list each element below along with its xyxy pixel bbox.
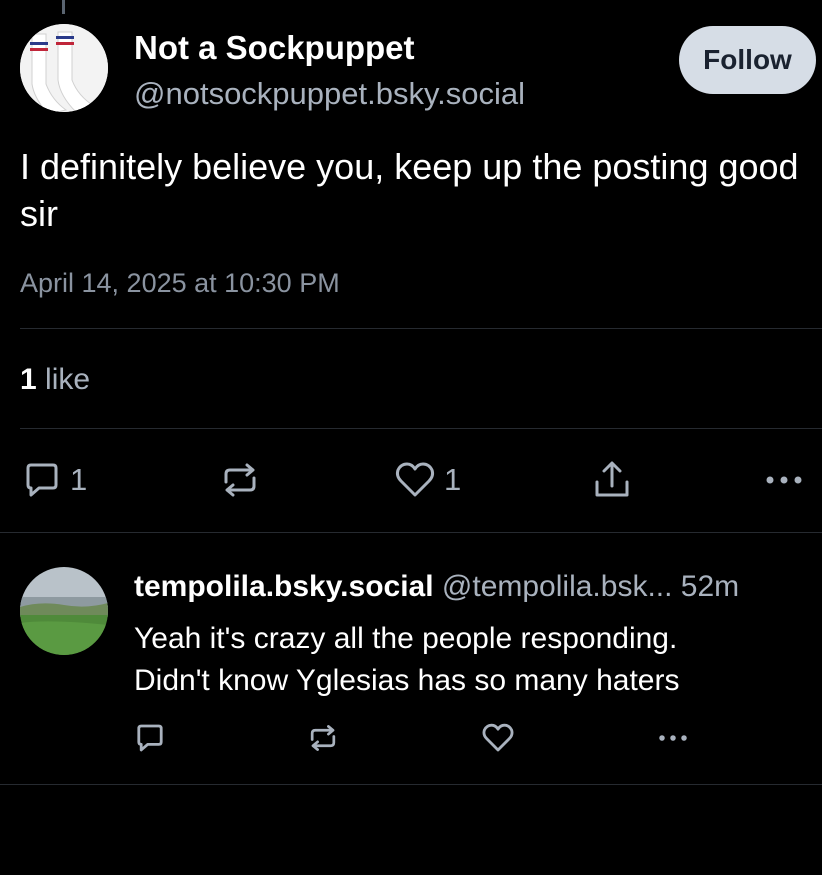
- reply-text-line: Yeah it's crazy all the people respondin…: [134, 622, 678, 655]
- more-options-button[interactable]: [764, 466, 804, 494]
- divider: [0, 784, 822, 785]
- speech-bubble-icon: [26, 463, 58, 497]
- ellipsis-icon: [766, 476, 802, 484]
- like-count: 1: [444, 462, 462, 497]
- likes-count: 1: [20, 363, 37, 396]
- reply-author-name[interactable]: tempolila.bsky.social: [134, 570, 434, 603]
- like-button[interactable]: 1: [394, 460, 461, 500]
- reply-more-options-button[interactable]: [655, 727, 691, 749]
- likes-label: like: [45, 363, 91, 396]
- repost-arrows-icon: [224, 463, 256, 497]
- speech-bubble-icon: [137, 724, 163, 752]
- sock-avatar-image: [20, 24, 108, 112]
- thread-connector-line: [62, 0, 65, 14]
- author-name[interactable]: Not a Sockpuppet: [134, 29, 415, 67]
- reply-button[interactable]: 1: [22, 460, 87, 500]
- post-text: I definitely believe you, keep up the po…: [20, 146, 799, 234]
- reply-text: Yeah it's crazy all the people respondin…: [134, 618, 814, 702]
- reply-like-button[interactable]: [481, 722, 515, 754]
- reply-header: tempolila.bsky.social @tempolila.bsk... …: [134, 570, 739, 604]
- heart-icon: [482, 723, 514, 752]
- divider: [20, 428, 822, 429]
- share-icon: [595, 461, 629, 497]
- likes-count-link[interactable]: 1 like: [20, 363, 90, 397]
- reply-repost-button[interactable]: [306, 722, 340, 754]
- divider: [0, 532, 822, 533]
- reply-count: 1: [70, 462, 88, 497]
- share-button[interactable]: [592, 460, 632, 500]
- author-avatar[interactable]: [20, 24, 108, 112]
- post-header: Not a Sockpuppet @notsockpuppet.bsky.soc…: [20, 24, 822, 116]
- ellipsis-icon: [659, 735, 687, 741]
- divider: [20, 328, 822, 329]
- reply-text-line: Didn't know Yglesias has so many haters: [134, 664, 680, 697]
- author-handle[interactable]: @notsockpuppet.bsky.social: [134, 76, 525, 112]
- reply-reply-button[interactable]: [134, 722, 166, 754]
- reply-author-handle[interactable]: @tempolila.bsk...: [442, 570, 673, 603]
- follow-button[interactable]: Follow: [679, 26, 816, 94]
- post-timestamp: April 14, 2025 at 10:30 PM: [20, 268, 340, 298]
- reply-author-avatar[interactable]: [20, 567, 108, 655]
- heart-icon: [395, 462, 435, 497]
- repost-button[interactable]: [218, 460, 262, 500]
- repost-arrows-icon: [310, 725, 336, 751]
- landscape-avatar-image: [20, 567, 108, 655]
- reply-time: 52m: [680, 570, 740, 603]
